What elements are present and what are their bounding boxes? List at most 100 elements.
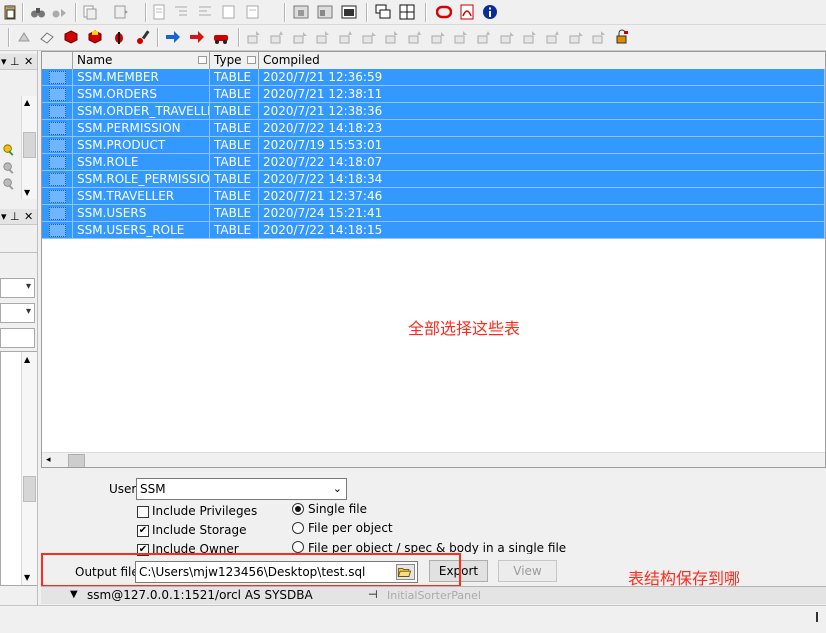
scroll-up-icon[interactable]: ▲ <box>24 98 30 107</box>
key-gray-icon-2 <box>2 177 17 192</box>
pin-icon[interactable]: ⊣ <box>368 587 378 603</box>
column-filter-icon[interactable] <box>198 56 207 64</box>
panel-2-scrollbar[interactable]: ▲ ▼ <box>21 352 37 585</box>
step-icon-10[interactable] <box>452 28 470 46</box>
table-icon <box>42 69 73 86</box>
step-icon-9[interactable] <box>429 28 447 46</box>
file-per-object-spec-radio[interactable] <box>292 541 304 553</box>
arrow-right-red-icon[interactable] <box>188 28 206 46</box>
table-row[interactable]: SSM.TRAVELLER TABLE 2020/7/21 12:37:46 <box>42 188 825 205</box>
red-cube-icon[interactable] <box>62 28 80 46</box>
pin-icon-2[interactable]: ⊥ <box>10 209 20 224</box>
table-row[interactable]: SSM.ORDERS TABLE 2020/7/21 12:38:11 <box>42 86 825 103</box>
table-row[interactable]: SSM.PRODUCT TABLE 2020/7/19 15:53:01 <box>42 137 825 154</box>
clipboard-icon[interactable] <box>1 3 19 21</box>
oracle-icon[interactable] <box>435 3 453 21</box>
main-toolbar <box>0 0 826 25</box>
step-icon-15[interactable] <box>567 28 585 46</box>
command-window-icon[interactable] <box>316 3 334 21</box>
grid-horizontal-scrollbar[interactable]: ◂ <box>42 452 825 467</box>
step-icon-4[interactable] <box>314 28 332 46</box>
scroll-up-icon[interactable]: ▲ <box>24 355 30 364</box>
uncomment-icon[interactable] <box>244 3 262 21</box>
compile-icon[interactable] <box>15 28 33 46</box>
binoculars-icon[interactable] <box>29 3 47 21</box>
table-row[interactable]: SSM.USERS_ROLE TABLE 2020/7/22 14:18:15 <box>42 222 825 239</box>
panel-combo-1[interactable]: ▾ <box>0 278 35 298</box>
find-next-icon[interactable] <box>50 3 68 21</box>
scroll-thumb[interactable] <box>23 476 36 502</box>
indent-icon[interactable] <box>172 3 190 21</box>
step-icon-7[interactable] <box>383 28 401 46</box>
brush-icon[interactable] <box>134 28 152 46</box>
close-icon-2[interactable]: ✕ <box>24 209 33 224</box>
chevron-down-icon[interactable]: ▼ <box>70 587 78 603</box>
scroll-down-icon[interactable]: ▼ <box>24 188 30 197</box>
objects-grid[interactable]: Name Type Compiled SSM.MEMBER TABLE 2020/7… <box>41 51 826 468</box>
panel-filter-input[interactable] <box>0 328 35 348</box>
pin-icon[interactable]: ⊥ <box>10 54 20 69</box>
table-row[interactable]: SSM.ORDER_TRAVELLER TABLE 2020/7/21 12:38:… <box>42 103 825 120</box>
bug-icon[interactable] <box>110 28 128 46</box>
step-icon-8[interactable] <box>406 28 424 46</box>
step-icon-6[interactable] <box>360 28 378 46</box>
sql-window-icon[interactable] <box>292 3 310 21</box>
close-icon[interactable]: ✕ <box>24 54 33 69</box>
panel-dropdown-icon[interactable]: ▾ <box>1 54 7 69</box>
table-row[interactable]: SSM.USERS TABLE 2020/7/24 15:21:41 <box>42 205 825 222</box>
scroll-down-icon[interactable]: ▼ <box>24 573 30 582</box>
panel-dropdown-icon-2[interactable]: ▾ <box>1 209 7 224</box>
table-row[interactable]: SSM.ROLE TABLE 2020/7/22 14:18:07 <box>42 154 825 171</box>
include-storage-checkbox[interactable]: ✔ <box>137 525 149 537</box>
include-privileges-checkbox[interactable] <box>137 506 149 518</box>
cell-compiled: 2020/7/21 12:37:46 <box>259 188 825 205</box>
scroll-thumb[interactable] <box>68 454 85 467</box>
include-privileges-label: Include Privileges <box>152 504 258 518</box>
cell-compiled: 2020/7/24 15:21:41 <box>259 205 825 222</box>
step-icon-5[interactable] <box>337 28 355 46</box>
table-row[interactable]: SSM.MEMBER TABLE 2020/7/21 12:36:59 <box>42 69 825 86</box>
column-header-name[interactable]: Name <box>73 52 210 69</box>
single-file-label: Single file <box>308 502 367 516</box>
comment-icon[interactable] <box>220 3 238 21</box>
step-icon-11[interactable] <box>475 28 493 46</box>
cell-name: SSM.PERMISSION <box>73 120 210 137</box>
cell-compiled: 2020/7/19 15:53:01 <box>259 137 825 154</box>
info-icon[interactable] <box>481 3 499 21</box>
step-icon-3[interactable] <box>291 28 309 46</box>
column-filter-icon[interactable] <box>247 56 256 64</box>
single-file-radio[interactable] <box>292 503 304 515</box>
step-icon-2[interactable] <box>268 28 286 46</box>
step-icon-16[interactable] <box>590 28 608 46</box>
pdf-icon[interactable] <box>458 3 476 21</box>
user-select[interactable]: SSM ⌄ <box>136 478 347 500</box>
copy-icon[interactable] <box>81 3 99 21</box>
file-per-object-radio[interactable] <box>292 522 304 534</box>
outdent-icon[interactable] <box>196 3 214 21</box>
step-icon-13[interactable] <box>521 28 539 46</box>
yellow-red-cube-icon[interactable] <box>86 28 104 46</box>
eraser-icon[interactable] <box>38 28 56 46</box>
lock-icon[interactable] <box>613 28 631 46</box>
column-header-type[interactable]: Type <box>210 52 259 69</box>
report-window-icon[interactable] <box>340 3 358 21</box>
cell-compiled: 2020/7/21 12:36:59 <box>259 69 825 86</box>
tile-icon[interactable] <box>398 3 416 21</box>
scroll-thumb[interactable] <box>23 132 36 158</box>
step-icon-14[interactable] <box>544 28 562 46</box>
scroll-left-icon[interactable]: ◂ <box>46 455 51 465</box>
step-icon-1[interactable] <box>245 28 263 46</box>
column-header-compiled[interactable]: Compiled <box>259 52 825 69</box>
step-icon-12[interactable] <box>498 28 516 46</box>
arrow-right-blue-icon[interactable] <box>164 28 182 46</box>
doc-icon[interactable] <box>150 3 168 21</box>
panel-1-scrollbar[interactable]: ▲ ▼ <box>21 96 37 199</box>
cascade-icon[interactable] <box>374 3 392 21</box>
view-button[interactable]: View <box>498 560 557 582</box>
paste-icon[interactable] <box>112 3 130 21</box>
cell-name: SSM.ROLE_PERMISSION <box>73 171 210 188</box>
panel-combo-2[interactable]: ▾ <box>0 303 35 323</box>
table-row[interactable]: SSM.ROLE_PERMISSION TABLE 2020/7/22 14:18:… <box>42 171 825 188</box>
red-car-icon[interactable] <box>212 28 230 46</box>
table-row[interactable]: SSM.PERMISSION TABLE 2020/7/22 14:18:23 <box>42 120 825 137</box>
